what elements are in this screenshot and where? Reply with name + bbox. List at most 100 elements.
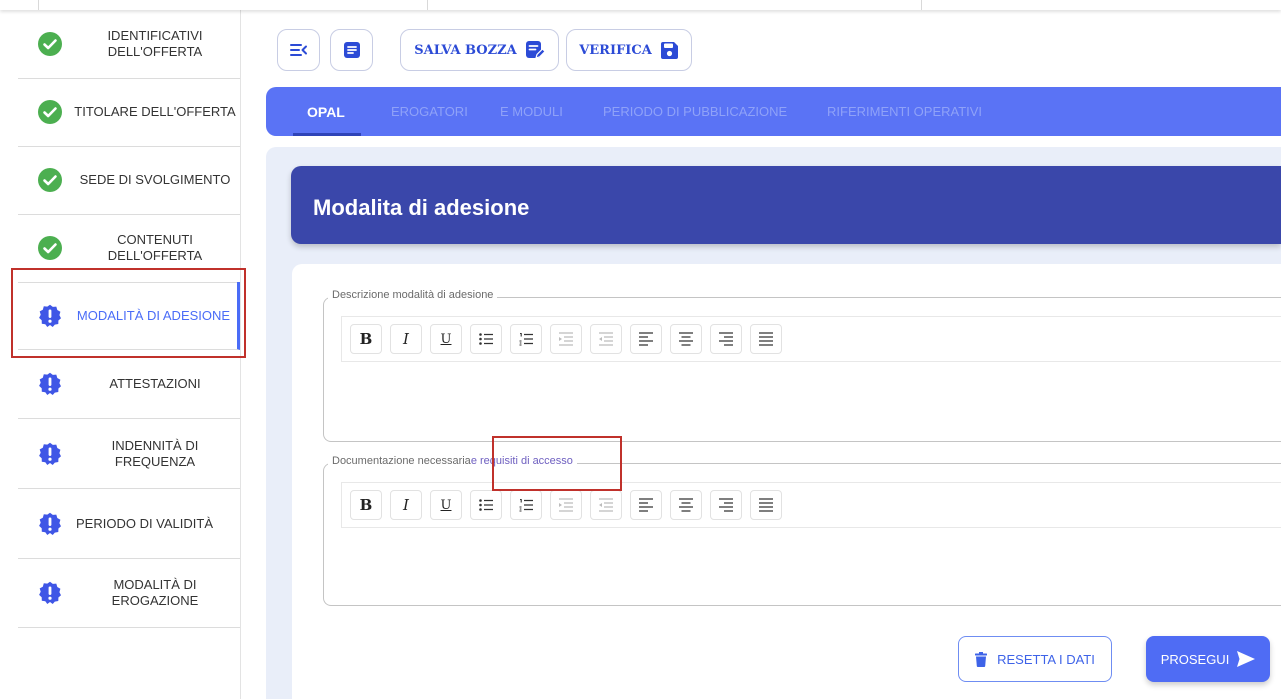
bullet-list-icon [479, 499, 493, 511]
divider [427, 0, 428, 10]
verify-button[interactable]: VERIFICA [566, 29, 692, 71]
check-circle-icon [38, 100, 62, 124]
notes-button[interactable] [330, 29, 373, 71]
check-circle-icon [38, 236, 62, 260]
documentazione-legend: Documentazione necessariae requisiti di … [328, 455, 577, 467]
collapse-menu-button[interactable] [277, 29, 320, 71]
outdent-icon [599, 332, 613, 346]
align-right-button[interactable] [710, 490, 742, 520]
justify-icon [759, 498, 773, 512]
underline-button[interactable]: U [430, 324, 462, 354]
step-label: SEDE DI SVOLGIMENTO [79, 172, 231, 187]
alert-badge-icon [39, 372, 61, 395]
step-label: PERIODO DI VALIDITÀ [76, 516, 214, 531]
align-center-button[interactable] [670, 324, 702, 354]
align-left-button[interactable] [630, 490, 662, 520]
italic-button[interactable]: I [390, 324, 422, 354]
file-edit-icon [525, 41, 545, 59]
step-periodo-validita[interactable]: PERIODO DI VALIDITÀ [18, 490, 240, 559]
align-right-icon [719, 498, 733, 512]
tab-e-moduli[interactable]: E MODULI [500, 87, 563, 136]
verify-label: VERIFICA [579, 42, 652, 58]
documentazione-legend-part2: e requisiti di accesso [470, 455, 573, 467]
indent-icon [559, 332, 573, 346]
bullet-list-button[interactable] [470, 490, 502, 520]
step-titolare[interactable]: TITOLARE DELL'OFFERTA [18, 78, 240, 147]
step-label: MODALITÀ DI ADESIONE [76, 307, 231, 323]
step-contenuti[interactable]: CONTENUTI DELL'OFFERTA [18, 214, 240, 283]
section-title: Modalita di adesione [313, 195, 530, 220]
step-label: TITOLARE DELL'OFFERTA [74, 104, 236, 119]
step-modalita-adesione[interactable]: MODALITÀ DI ADESIONE [18, 282, 240, 350]
bullet-list-icon [479, 333, 493, 345]
top-strip [0, 0, 1281, 10]
collapse-menu-icon [289, 44, 307, 56]
alert-badge-icon [39, 304, 61, 327]
indent-button[interactable] [550, 490, 582, 520]
alert-badge-icon [39, 442, 61, 465]
step-label: ATTESTAZIONI [109, 376, 201, 391]
rich-text-toolbar: B I U [341, 316, 1281, 362]
align-center-icon [679, 332, 693, 346]
alert-badge-icon [39, 512, 61, 535]
check-circle-icon [38, 168, 62, 192]
tab-riferimenti-operativi[interactable]: RIFERIMENTI OPERATIVI [827, 87, 982, 136]
save-draft-button[interactable]: SALVA BOZZA [400, 29, 559, 71]
step-attestazioni[interactable]: ATTESTAZIONI [18, 350, 240, 419]
tab-periodo-pubblicazione[interactable]: PERIODO DI PUBBLICAZIONE [603, 87, 787, 136]
justify-icon [759, 332, 773, 346]
descrizione-legend: Descrizione modalità di adesione [328, 289, 498, 301]
numbered-list-button[interactable] [510, 490, 542, 520]
documentazione-field[interactable]: Documentazione necessariae requisiti di … [323, 455, 1281, 606]
divider [921, 0, 922, 10]
outdent-icon [599, 498, 613, 512]
descrizione-field[interactable]: Descrizione modalità di adesione B I U [323, 289, 1281, 442]
align-center-button[interactable] [670, 490, 702, 520]
align-left-icon [639, 498, 653, 512]
step-modalita-erogazione[interactable]: MODALITÀ DI EROGAZIONE [18, 559, 240, 628]
numbered-list-button[interactable] [510, 324, 542, 354]
step-indennita[interactable]: INDENNITÀ DI FREQUENZA [18, 420, 240, 489]
send-icon [1237, 651, 1256, 667]
align-center-icon [679, 498, 693, 512]
divider [38, 0, 39, 10]
indent-icon [559, 498, 573, 512]
justify-button[interactable] [750, 324, 782, 354]
reset-data-label: RESETTA I DATI [997, 651, 1095, 667]
justify-button[interactable] [750, 490, 782, 520]
bold-button[interactable]: B [350, 490, 382, 520]
step-label: MODALITÀ DI EROGAZIONE [111, 577, 199, 608]
tab-opal[interactable]: OPAL [293, 87, 361, 136]
align-left-icon [639, 332, 653, 346]
align-right-button[interactable] [710, 324, 742, 354]
bold-button[interactable]: B [350, 324, 382, 354]
document-icon [343, 42, 360, 58]
rich-text-toolbar: B I U [341, 482, 1281, 528]
step-label: INDENNITÀ DI FREQUENZA [111, 438, 199, 469]
section-tabs: OPAL EROGATORI E MODULI PERIODO DI PUBBL… [266, 87, 1281, 136]
step-label: IDENTIFICATIVI DELL'OFFERTA [107, 28, 203, 59]
prosegui-button[interactable]: PROSEGUI [1146, 636, 1270, 682]
alert-badge-icon [39, 581, 61, 604]
save-draft-label: SALVA BOZZA [414, 42, 517, 58]
align-right-icon [719, 332, 733, 346]
tab-erogatori[interactable]: EROGATORI [391, 87, 468, 136]
check-circle-icon [38, 32, 62, 56]
outdent-button[interactable] [590, 324, 622, 354]
bullet-list-button[interactable] [470, 324, 502, 354]
underline-button[interactable]: U [430, 490, 462, 520]
align-left-button[interactable] [630, 324, 662, 354]
indent-button[interactable] [550, 324, 582, 354]
italic-button[interactable]: I [390, 490, 422, 520]
documentazione-legend-part1: Documentazione necessaria [332, 455, 471, 467]
reset-data-button[interactable]: RESETTA I DATI [958, 636, 1112, 682]
outdent-button[interactable] [590, 490, 622, 520]
step-identificativi[interactable]: IDENTIFICATIVI DELL'OFFERTA [18, 10, 240, 79]
floppy-disk-icon [660, 41, 678, 59]
numbered-list-icon [519, 498, 533, 512]
prosegui-label: PROSEGUI [1160, 651, 1230, 667]
numbered-list-icon [519, 332, 533, 346]
step-sede[interactable]: SEDE DI SVOLGIMENTO [18, 146, 240, 215]
steps-sidebar: IDENTIFICATIVI DELL'OFFERTA TITOLARE DEL… [0, 10, 241, 699]
step-label: CONTENUTI DELL'OFFERTA [107, 232, 203, 263]
